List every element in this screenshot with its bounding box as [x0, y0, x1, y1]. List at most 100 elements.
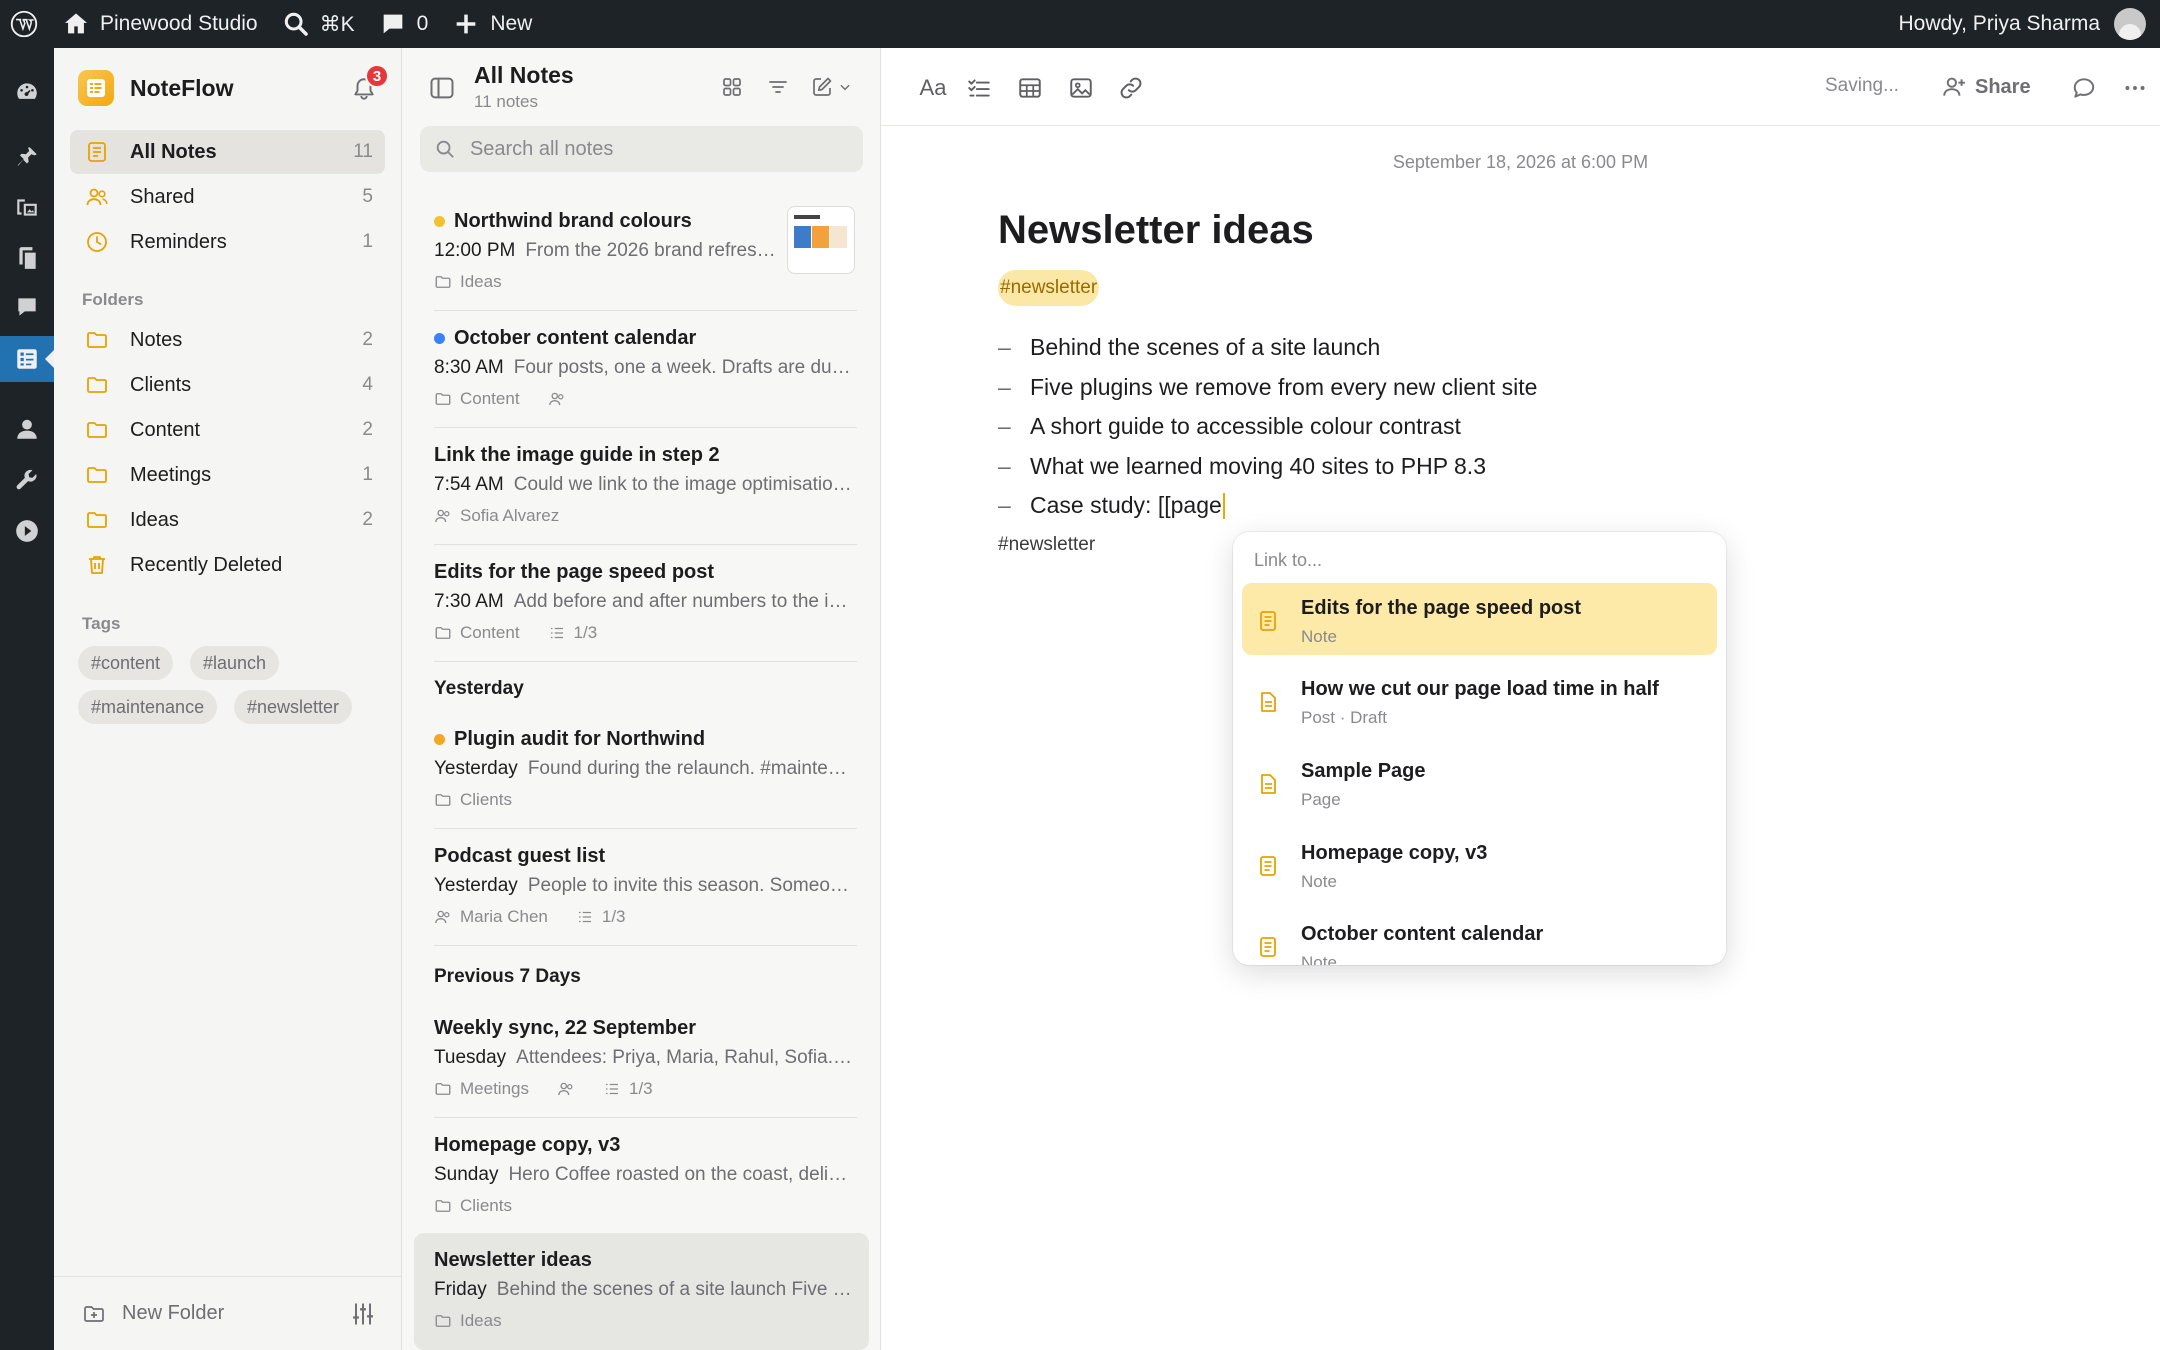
tag-chip[interactable]: #launch	[190, 646, 280, 680]
notifications-button[interactable]: 3	[351, 64, 389, 106]
menu-posts[interactable]	[0, 134, 54, 180]
menu-collapse[interactable]	[0, 508, 54, 554]
note-time: Sunday	[434, 1164, 499, 1185]
list-item-text: Five plugins we remove from every new cl…	[1030, 373, 1538, 400]
tag-chip[interactable]: #newsletter	[234, 690, 353, 724]
tag-chip[interactable]: #content	[78, 646, 174, 680]
group-heading-previous: Previous 7 Days	[434, 966, 581, 987]
link-suggestions-popover: Link to... Edits for the page speed post…	[1233, 532, 1726, 965]
note-preview: Add before and after numbers to the intr…	[513, 591, 854, 612]
note-preview: Attendees: Priya, Maria, Rahul, Sofia. A…	[516, 1047, 854, 1068]
link-suggestion[interactable]: Sample Page Page	[1242, 746, 1717, 818]
comments-link[interactable]: 0	[367, 0, 441, 48]
site-home-link[interactable]: Pinewood Studio	[50, 0, 270, 48]
pin-icon	[17, 147, 37, 166]
note-shared-by: Sofia Alvarez	[460, 506, 560, 525]
shared-icon	[548, 392, 563, 406]
sidebar-folder-ideas[interactable]: Ideas 2	[70, 498, 385, 542]
note-item[interactable]: Homepage copy, v3 Sunday Hero Coffee roas…	[414, 1118, 869, 1235]
note-item[interactable]: Edits for the page speed post 7:30 AM Add…	[414, 545, 869, 662]
menu-comments[interactable]	[0, 284, 54, 330]
sidebar-recently-deleted[interactable]: Recently Deleted	[70, 543, 385, 587]
image-button[interactable]	[1065, 72, 1097, 104]
account-menu[interactable]: Howdy, Priya Sharma	[1886, 0, 2160, 48]
new-content-menu[interactable]: New	[440, 0, 544, 48]
format-button[interactable]: Aa	[911, 72, 955, 104]
note-item[interactable]: Podcast guest list Yesterday People to in…	[414, 829, 869, 946]
chevron-down-icon	[840, 84, 850, 91]
link-suggestion[interactable]: October content calendar Note	[1242, 909, 1717, 965]
folders-sidebar: NoteFlow 3 All Notes 11 Shared 5 Reminde…	[54, 48, 402, 1350]
command-search[interactable]: ⌘K	[270, 0, 367, 48]
sidebar-item-label: Content	[130, 418, 201, 441]
sidebar-item-shared[interactable]: Shared 5	[70, 175, 385, 219]
search-icon	[436, 140, 454, 158]
sidebar-item-reminders[interactable]: Reminders 1	[70, 220, 385, 264]
list-item-active[interactable]: – Case study: [[page	[998, 486, 1537, 526]
menu-pages[interactable]	[0, 235, 54, 281]
share-button[interactable]: Share	[1941, 70, 2031, 104]
format-label: Aa	[919, 75, 947, 100]
tag-chip[interactable]: #maintenance	[78, 690, 218, 724]
more-options-button[interactable]	[2119, 72, 2151, 104]
new-note-button[interactable]	[810, 72, 860, 102]
gallery-view-button[interactable]	[717, 72, 747, 102]
link-suggestion[interactable]: How we cut our page load time in half Pos…	[1242, 664, 1717, 736]
folder-icon	[435, 276, 451, 288]
note-tag[interactable]: #newsletter	[998, 270, 1100, 306]
new-folder-button[interactable]: New Folder	[122, 1302, 224, 1325]
folder-icon	[84, 507, 110, 533]
note-preview: Four posts, one a week. Drafts are due t…	[513, 357, 854, 378]
sidebar-folder-clients[interactable]: Clients 4	[70, 363, 385, 407]
checklist-button[interactable]	[963, 72, 995, 104]
link-button[interactable]	[1115, 72, 1147, 104]
compose-icon	[813, 77, 832, 96]
home-icon	[64, 13, 88, 34]
note-item[interactable]: Plugin audit for Northwind Yesterday Foun…	[414, 712, 869, 829]
menu-users[interactable]	[0, 406, 54, 452]
menu-media[interactable]	[0, 184, 54, 230]
note-time: Yesterday	[434, 875, 518, 896]
note-body-list[interactable]: – Behind the scenes of a site launch – Fiv…	[998, 328, 1537, 526]
search-input[interactable]	[469, 137, 849, 161]
note-item-selected[interactable]: Newsletter ideas Friday Behind the scenes…	[414, 1233, 869, 1350]
folder-icon	[84, 462, 110, 488]
comments-button[interactable]	[2068, 72, 2100, 104]
table-button[interactable]	[1014, 72, 1046, 104]
note-folder: Ideas	[460, 1311, 502, 1330]
sidebar-folder-meetings[interactable]: Meetings 1	[70, 453, 385, 497]
note-folder: Clients	[460, 790, 512, 809]
list-item[interactable]: – A short guide to accessible colour cont…	[998, 407, 1537, 447]
trash-icon	[84, 552, 110, 578]
comments-count: 0	[416, 12, 429, 35]
sidebar-folder-content[interactable]: Content 2	[70, 408, 385, 452]
note-time: Friday	[434, 1279, 487, 1300]
note-item[interactable]: Weekly sync, 22 September Tuesday Attende…	[414, 1001, 869, 1118]
note-item[interactable]: Northwind brand colours 12:00 PM From the…	[414, 194, 869, 311]
sidebar-item-all-notes[interactable]: All Notes 11	[70, 130, 385, 174]
list-item[interactable]: – What we learned moving 40 sites to PHP …	[998, 447, 1537, 487]
link-suggestion[interactable]: Homepage copy, v3 Note	[1242, 828, 1717, 900]
list-item[interactable]: – Behind the scenes of a site launch	[998, 328, 1537, 368]
note-title[interactable]: Newsletter ideas	[998, 208, 1314, 253]
menu-dashboard[interactable]	[0, 69, 54, 115]
wordpress-logo-icon[interactable]	[0, 0, 50, 48]
sidebar-folder-notes[interactable]: Notes 2	[70, 318, 385, 362]
list-item[interactable]: – Five plugins we remove from every new c…	[998, 368, 1537, 408]
checklist-icon	[605, 1083, 618, 1095]
note-thumbnail	[787, 206, 855, 274]
list-subtitle: 11 notes	[474, 92, 538, 111]
folder-icon	[435, 393, 451, 405]
folder-icon	[435, 1315, 451, 1327]
note-item[interactable]: October content calendar 8:30 AM Four pos…	[414, 311, 869, 428]
checklist-icon	[578, 911, 591, 923]
search-field[interactable]	[420, 126, 863, 172]
sidebar-toggle-icon[interactable]	[428, 74, 456, 102]
sidebar-item-label: Clients	[130, 373, 192, 396]
note-item[interactable]: Link the image guide in step 2 7:54 AM Co…	[414, 428, 869, 545]
sliders-icon[interactable]	[349, 1300, 377, 1328]
filter-button[interactable]	[763, 72, 793, 102]
menu-tools[interactable]	[0, 457, 54, 503]
link-suggestion[interactable]: Edits for the page speed post Note	[1242, 583, 1717, 655]
menu-noteflow[interactable]	[0, 336, 54, 382]
